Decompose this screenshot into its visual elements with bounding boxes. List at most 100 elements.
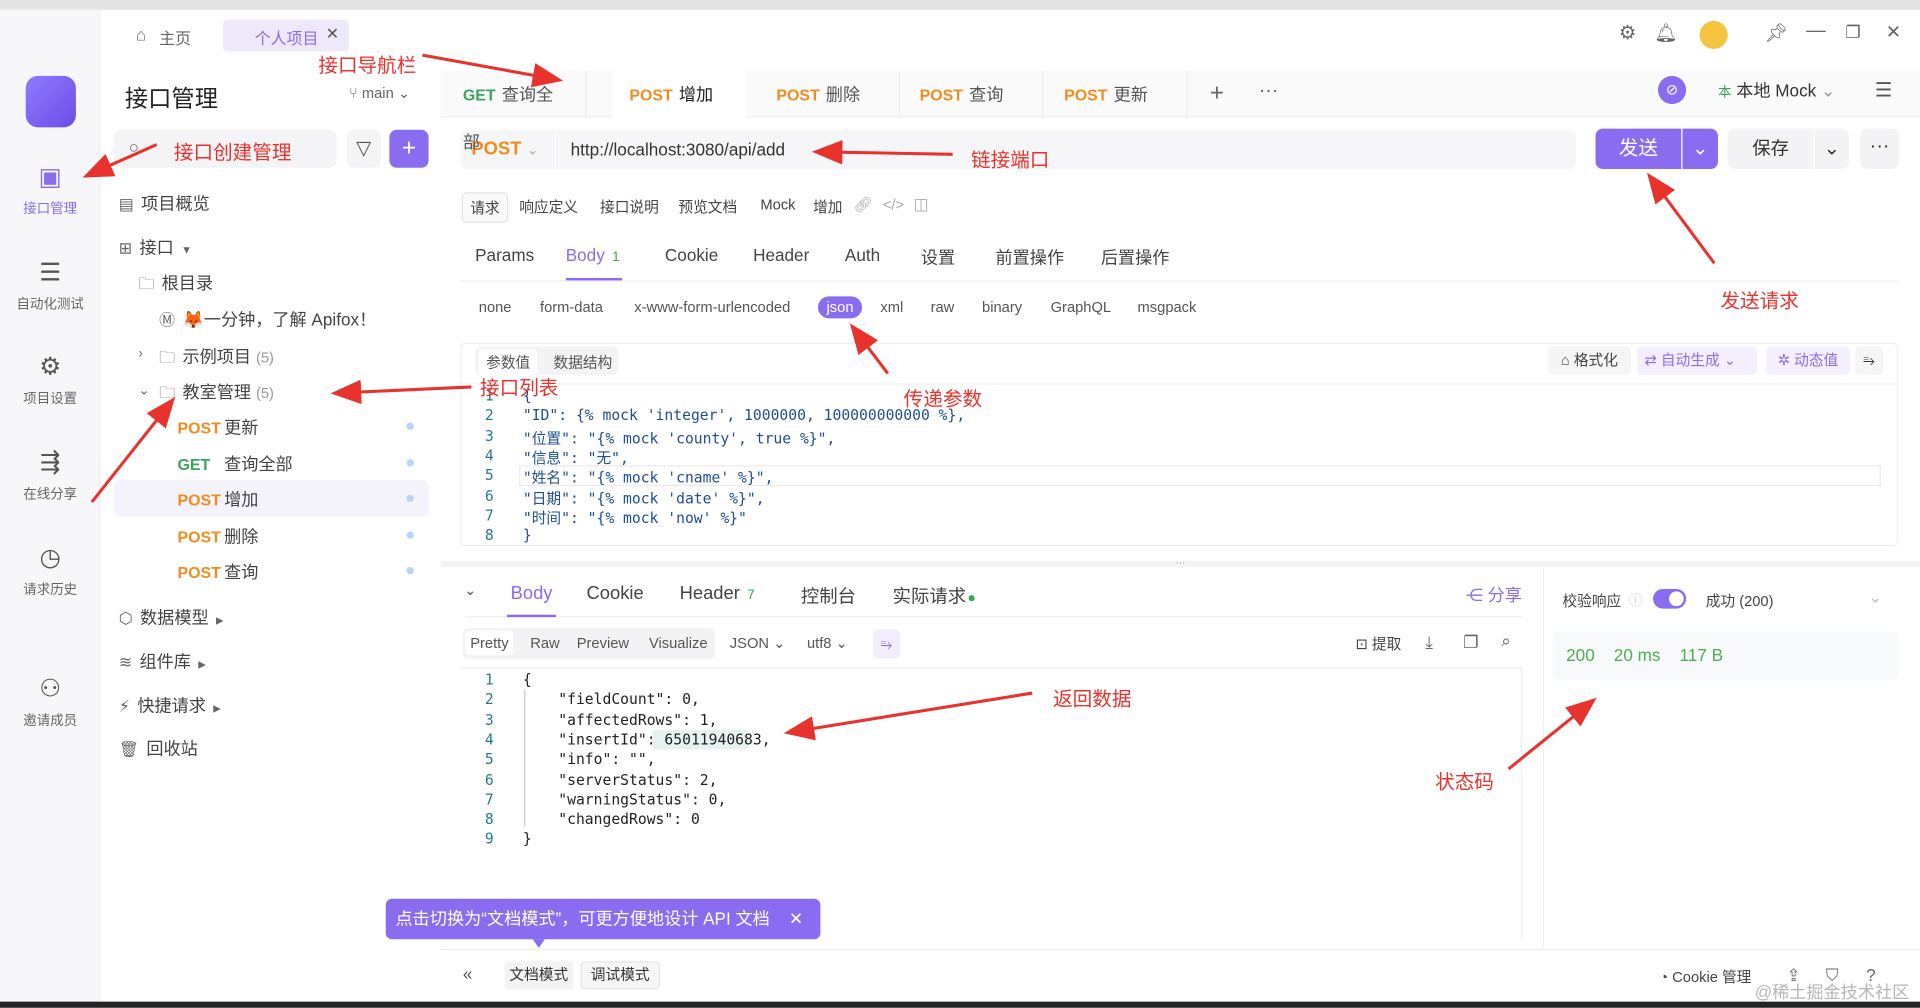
param-tab[interactable]: Body 1	[565, 245, 623, 281]
collapse-response-icon[interactable]: ⌄	[464, 582, 476, 599]
request-tab[interactable]: POST 查询	[902, 71, 1044, 118]
tree-root[interactable]: 🗀︎ 根目录	[138, 271, 213, 300]
send-button[interactable]: 发送	[1595, 128, 1682, 169]
download-icon[interactable]: ⤓	[1425, 633, 1433, 650]
help-icon[interactable]: ⓘ	[1629, 590, 1642, 610]
format-button[interactable]: ⌂ 格式化	[1547, 346, 1632, 375]
auto-generate-button[interactable]: ⇄ 自动生成 ⌄	[1637, 346, 1758, 375]
chevron-right-icon[interactable]: ›	[138, 347, 142, 362]
minimize-icon[interactable]: —	[1806, 21, 1826, 42]
editor-mode[interactable]: 数据结构	[546, 349, 619, 375]
tree-endpoint[interactable]: GET 查询全部	[178, 451, 293, 475]
body-type-raw[interactable]: raw	[931, 299, 955, 316]
rail-item-history[interactable]: ◷ 请求历史	[0, 542, 100, 598]
collapse-sidebar-icon[interactable]: «	[463, 964, 473, 984]
search-response-icon[interactable]: ⌕	[1501, 632, 1511, 649]
format-select[interactable]: JSON ⌄	[730, 634, 786, 651]
body-type-form-data[interactable]: form-data	[540, 299, 603, 316]
body-type-GraphQL[interactable]: GraphQL	[1051, 299, 1111, 316]
rail-item-api[interactable]: ▣ 接口管理	[0, 162, 100, 218]
url-input[interactable]: http://localhost:3080/api/add	[555, 129, 1576, 169]
extract-button[interactable]: ⊡ 提取	[1356, 633, 1402, 654]
save-button[interactable]: 保存	[1727, 128, 1814, 169]
add-api-button[interactable]: +	[389, 129, 429, 168]
validate-toggle[interactable]	[1653, 588, 1687, 609]
subtab[interactable]: 请求	[461, 192, 509, 223]
view-visualize[interactable]: Visualize	[644, 631, 712, 655]
send-dropdown[interactable]: ⌄	[1682, 128, 1718, 169]
response-tab[interactable]: Header 7	[680, 583, 755, 617]
response-tab[interactable]: Body	[506, 583, 557, 618]
view-raw[interactable]: Raw	[525, 631, 564, 655]
avatar[interactable]	[1699, 20, 1728, 49]
home-tab[interactable]: 主页	[159, 26, 191, 49]
encoding-select[interactable]: utf8 ⌄	[807, 634, 848, 651]
doc-mode-button[interactable]: 文档模式	[504, 961, 574, 990]
more-tabs-icon[interactable]: ···	[1259, 81, 1279, 103]
branch-select[interactable]: main	[362, 84, 394, 101]
panel-icon[interactable]: ◫	[913, 196, 928, 212]
response-tab[interactable]: 控制台	[801, 583, 856, 617]
subtab[interactable]: 增加	[806, 192, 850, 220]
rail-item-automation[interactable]: ☰ 自动化测试	[0, 257, 100, 313]
request-tab[interactable]: POST 删除	[759, 71, 901, 118]
subtab[interactable]: 预览文档	[671, 192, 744, 220]
request-tab[interactable]: POST 增加	[612, 71, 747, 118]
param-tab[interactable]: Auth	[845, 245, 880, 281]
param-tab[interactable]: 设置	[921, 245, 955, 281]
code-icon[interactable]: </>	[883, 197, 904, 212]
bell-icon[interactable]: 🔔︎	[1654, 24, 1677, 42]
body-type-none[interactable]: none	[479, 299, 512, 316]
chevron-down-icon[interactable]: ⌄	[1869, 588, 1882, 608]
close-tab-icon[interactable]: ✕	[326, 24, 339, 44]
filter-button[interactable]: ▽	[346, 129, 381, 168]
env-icon[interactable]: ⊘	[1657, 75, 1687, 105]
more-button[interactable]: ···	[1860, 128, 1900, 169]
sidebar-item-section[interactable]: ⚡︎ 快捷请求 ▶	[119, 693, 221, 717]
rail-item-settings[interactable]: ⚙ 项目设置	[0, 351, 100, 407]
share-button[interactable]: ⋲ 分享	[1466, 583, 1522, 607]
copy-icon[interactable]: ❐	[1463, 633, 1478, 650]
validate-result-select[interactable]: 成功 (200)	[1706, 590, 1774, 611]
tree-endpoint[interactable]: POST 增加	[178, 487, 259, 511]
panel-resize-handle[interactable]: ···	[440, 558, 1920, 568]
menu-icon[interactable]: ☰	[1875, 78, 1893, 102]
request-tab[interactable]: POST 更新	[1047, 71, 1188, 118]
response-wrap-button[interactable]: ⥱	[873, 629, 901, 659]
link-icon[interactable]: 🔗︎	[853, 197, 872, 212]
maximize-icon[interactable]: ❐	[1845, 23, 1860, 40]
new-tab-button[interactable]: +	[1210, 80, 1224, 108]
subtab[interactable]: 响应定义	[512, 192, 585, 220]
body-type-json[interactable]: json	[817, 296, 863, 319]
env-select[interactable]: 本 本地 Mock ⌄	[1706, 76, 1857, 107]
tree-endpoint[interactable]: POST 删除	[178, 523, 259, 547]
debug-mode-button[interactable]: 调试模式	[580, 961, 661, 990]
body-type-binary[interactable]: binary	[982, 299, 1022, 316]
param-tab[interactable]: Header	[753, 245, 809, 281]
save-dropdown[interactable]: ⌄	[1814, 128, 1849, 169]
pin-icon[interactable]: 📌︎	[1765, 24, 1788, 42]
close-tooltip-icon[interactable]: ✕	[789, 899, 803, 939]
subtab[interactable]: Mock	[753, 192, 803, 216]
request-tab[interactable]: GET 查询全部	[446, 71, 587, 152]
param-tab[interactable]: 后置操作	[1101, 245, 1170, 281]
home-icon[interactable]: ⌂	[136, 26, 146, 43]
response-tab[interactable]: 实际请求	[893, 583, 975, 617]
tree-endpoint[interactable]: POST 更新	[178, 415, 259, 439]
response-tab[interactable]: Cookie	[587, 583, 644, 617]
param-tab[interactable]: Params	[475, 245, 534, 281]
sidebar-item-section[interactable]: 🗑︎ 回收站	[119, 736, 198, 760]
view-preview[interactable]: Preview	[572, 631, 634, 655]
sidebar-item-overview[interactable]: ▤ 项目概览	[119, 191, 210, 215]
body-type-msgpack[interactable]: msgpack	[1138, 299, 1197, 316]
chevron-down-icon[interactable]: ⌄	[138, 382, 149, 398]
rail-item-invite-user[interactable]: ⚇ 邀请成员	[0, 673, 100, 729]
editor-mode[interactable]: 参数值	[478, 348, 538, 375]
body-type-x-www-form-urlencoded[interactable]: x-www-form-urlencoded	[634, 299, 790, 316]
tree-folder[interactable]: 🗀︎ 教室管理 (5)	[159, 380, 274, 409]
view-pretty[interactable]: Pretty	[465, 630, 514, 656]
body-type-xml[interactable]: xml	[880, 299, 903, 316]
sidebar-item-api[interactable]: ⊞ 接口 ▼	[119, 235, 192, 259]
param-tab[interactable]: 前置操作	[996, 245, 1065, 281]
cookie-manager-button[interactable]: ◔ Cookie 管理	[1659, 966, 1751, 987]
